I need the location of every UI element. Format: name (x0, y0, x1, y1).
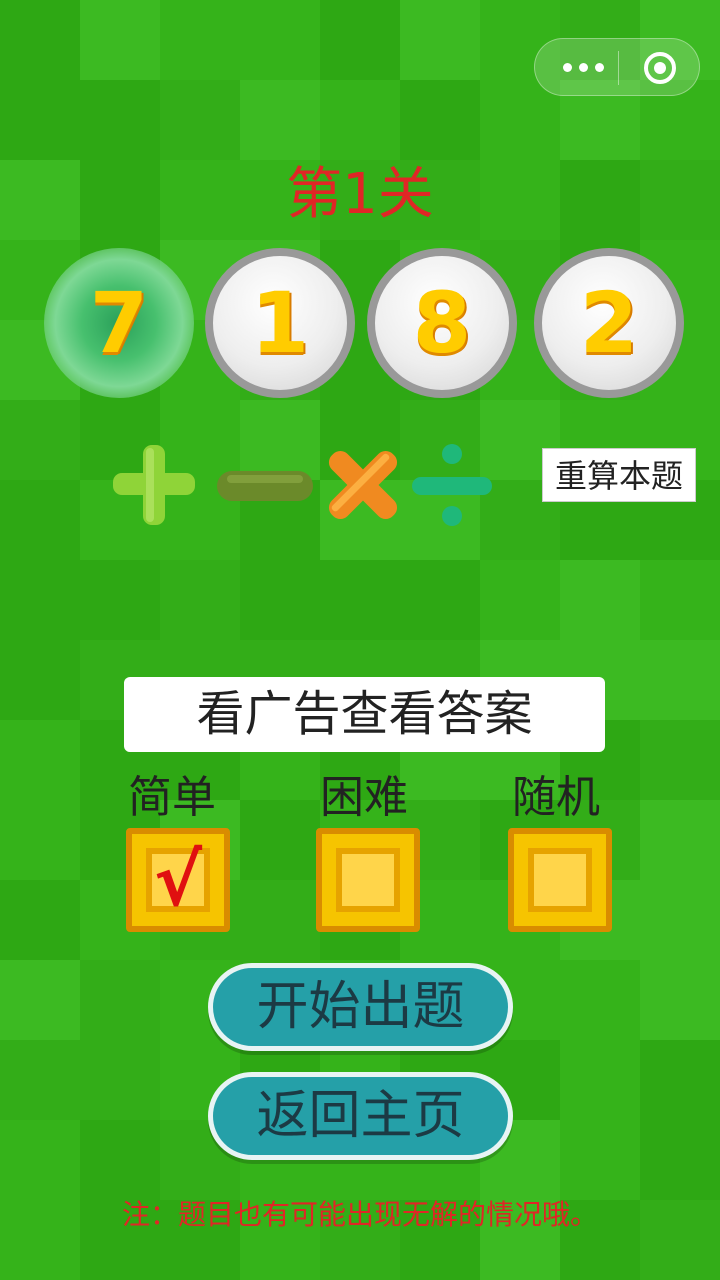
background-tile (80, 1040, 160, 1120)
check-mark (322, 834, 414, 926)
start-question-button[interactable]: 开始出题 (208, 963, 513, 1051)
background-tile (320, 0, 400, 80)
background-tile (0, 400, 80, 480)
random-checkbox[interactable] (508, 828, 612, 932)
times-icon[interactable] (318, 440, 408, 530)
number-digit: 1 (250, 274, 310, 372)
plus-icon[interactable] (108, 440, 198, 530)
minus-icon[interactable] (215, 440, 315, 530)
background-tile (240, 0, 320, 80)
operator-row (100, 440, 500, 530)
background-tile (240, 560, 320, 640)
level-title: 第1关 (286, 162, 434, 227)
background-tile (240, 800, 320, 880)
background-tile (160, 560, 240, 640)
background-tile (160, 80, 240, 160)
number-digit: 2 (579, 274, 639, 372)
background-tile (560, 560, 640, 640)
check-mark (514, 834, 606, 926)
background-tile (0, 80, 80, 160)
check-mark: √ (153, 838, 203, 922)
number-digit: 8 (412, 274, 472, 372)
number-ball-1[interactable]: 7 (44, 248, 194, 398)
background-tile (0, 480, 80, 560)
background-tile (560, 1040, 640, 1120)
footer-note: 注：题目也有可能出现无解的情况哦。 (121, 1198, 598, 1231)
more-icon[interactable] (563, 56, 605, 78)
background-tile (0, 1120, 80, 1200)
difficulty-label-random: 随机 (512, 772, 600, 823)
background-tile (80, 0, 160, 80)
background-tile (640, 720, 720, 800)
easy-checkbox[interactable]: √ (126, 828, 230, 932)
background-tile (0, 0, 80, 80)
return-home-button[interactable]: 返回主页 (208, 1072, 513, 1160)
background-tile (320, 560, 400, 640)
background-tile (0, 960, 80, 1040)
difficulty-label-easy: 简单 (128, 772, 216, 823)
number-digit: 7 (89, 274, 149, 372)
background-tile (0, 880, 80, 960)
background-tile (80, 80, 160, 160)
background-tile (320, 80, 400, 160)
background-tile (560, 960, 640, 1040)
background-tile (240, 880, 320, 960)
number-ball-4[interactable]: 2 (534, 248, 684, 398)
background-tile (80, 560, 160, 640)
number-ball-2[interactable]: 1 (205, 248, 355, 398)
background-tile (0, 1040, 80, 1120)
background-tile (400, 80, 480, 160)
watch-ad-answer-button[interactable]: 看广告查看答案 (124, 677, 605, 752)
mini-program-capsule (534, 38, 700, 96)
background-tile (480, 560, 560, 640)
close-target-icon[interactable] (643, 51, 677, 85)
background-tile (0, 640, 80, 720)
background-tile (640, 880, 720, 960)
background-tile (640, 960, 720, 1040)
background-tile (0, 720, 80, 800)
divide-icon[interactable] (408, 440, 498, 530)
background-tile (160, 0, 240, 80)
difficulty-label-hard: 困难 (320, 772, 408, 823)
capsule-divider (618, 51, 619, 85)
background-tile (400, 0, 480, 80)
background-tile (80, 1120, 160, 1200)
background-tile (400, 560, 480, 640)
background-tile (640, 1120, 720, 1200)
background-tile (240, 80, 320, 160)
background-tile (0, 800, 80, 880)
number-ball-3[interactable]: 8 (367, 248, 517, 398)
hard-checkbox[interactable] (316, 828, 420, 932)
background-tile (640, 800, 720, 880)
recalculate-button[interactable]: 重算本题 (542, 448, 696, 502)
background-tile (80, 960, 160, 1040)
background-tile (0, 560, 80, 640)
background-tile (640, 1040, 720, 1120)
background-tile (640, 640, 720, 720)
background-tile (640, 560, 720, 640)
background-tile (560, 1120, 640, 1200)
